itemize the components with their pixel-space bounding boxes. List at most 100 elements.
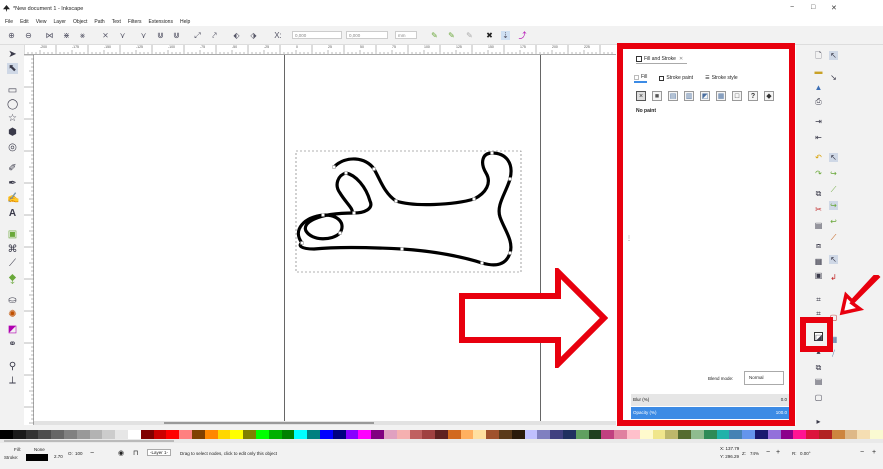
palette-swatch[interactable]	[460, 430, 474, 439]
node-tool-icon[interactable]: ⬉	[7, 63, 18, 74]
undo-icon[interactable]: ↶	[814, 153, 823, 162]
save-document-icon[interactable]: ▲	[814, 83, 823, 92]
palette-swatch[interactable]	[51, 430, 64, 439]
zoom-tool-icon[interactable]: ⚲	[7, 361, 18, 372]
scroll-thumb[interactable]	[164, 422, 374, 424]
new-document-icon[interactable]: 🗋	[814, 51, 823, 60]
drawing-canvas[interactable]	[34, 55, 616, 425]
x-coordinate-field[interactable]: 0,000	[292, 31, 342, 39]
palette-swatch[interactable]	[819, 430, 832, 439]
rotate-increase-button[interactable]: +	[872, 449, 876, 456]
dropper-tool-icon[interactable]: ⟋	[7, 258, 18, 269]
palette-swatch[interactable]	[166, 430, 180, 439]
delete-node-icon[interactable]: ⊖	[24, 31, 33, 40]
palette-swatch[interactable]	[767, 430, 781, 439]
palette-swatch[interactable]	[255, 430, 269, 439]
spray-paint-tool-icon[interactable]: ✺	[7, 309, 18, 320]
palette-swatch[interactable]	[588, 430, 602, 439]
snap-centers-icon[interactable]: ↲	[829, 273, 838, 282]
xml-editor-icon[interactable]: ⌗	[814, 295, 823, 304]
palette-swatch[interactable]	[870, 430, 883, 439]
palette-swatch[interactable]	[12, 430, 26, 439]
palette-swatch[interactable]	[268, 430, 282, 439]
menu-text[interactable]: Text	[112, 19, 121, 25]
palette-swatch[interactable]	[511, 430, 525, 439]
connector-tool-icon[interactable]: ⚭	[7, 339, 18, 350]
zoom-in-button[interactable]: +	[776, 449, 780, 456]
object-to-path-icon[interactable]: ⬖	[232, 31, 241, 40]
palette-swatch[interactable]	[102, 430, 116, 439]
zoom-out-button[interactable]: −	[766, 449, 770, 456]
pencil-tool-icon[interactable]: ✐	[7, 163, 18, 174]
palette-swatch[interactable]	[524, 430, 538, 439]
palette-swatch[interactable]	[383, 430, 397, 439]
show-transform-handles-icon[interactable]: ✎	[465, 31, 474, 40]
palette-swatch[interactable]	[563, 430, 576, 439]
palette-swatch[interactable]	[191, 430, 205, 439]
paint-bucket-tool-icon[interactable]: ⧪	[7, 273, 18, 284]
maximize-button[interactable]: □	[811, 4, 815, 11]
auto-smooth-node-icon[interactable]: ⋓	[172, 31, 181, 40]
palette-swatch[interactable]	[486, 430, 500, 439]
minimize-button[interactable]: −	[790, 4, 794, 11]
menu-view[interactable]: View	[36, 19, 47, 25]
text-tool-icon[interactable]: A	[7, 208, 18, 219]
zoom-value[interactable]: 74%	[750, 451, 759, 456]
menu-layer[interactable]: Layer	[53, 19, 66, 25]
palette-swatch[interactable]	[537, 430, 551, 439]
palette-swatch[interactable]	[844, 430, 858, 439]
y-coordinate-field[interactable]: 0,000	[346, 31, 388, 39]
open-document-icon[interactable]: ▬	[814, 67, 823, 76]
palette-swatch[interactable]	[230, 430, 244, 439]
stroke-swatch[interactable]	[26, 454, 48, 461]
palette-swatch[interactable]	[806, 430, 819, 439]
palette-swatch[interactable]	[614, 430, 628, 439]
palette-swatch[interactable]	[358, 430, 372, 439]
zoom-drawing-icon[interactable]: ▦	[814, 257, 823, 266]
join-nodes-icon[interactable]: ⋈	[45, 31, 54, 40]
symmetric-node-icon[interactable]: ⋓	[156, 31, 165, 40]
palette-swatch[interactable]	[499, 430, 512, 439]
palette-swatch[interactable]	[153, 430, 167, 439]
palette-swatch[interactable]	[755, 430, 768, 439]
preferences-icon[interactable]: ▢	[814, 393, 823, 402]
palette-swatch[interactable]	[25, 430, 39, 439]
canvas-horizontal-scrollbar[interactable]	[34, 421, 616, 425]
palette-swatch[interactable]	[243, 430, 256, 439]
opacity-indicator-value[interactable]: 100	[75, 451, 83, 456]
paste-icon[interactable]: ▤	[814, 221, 823, 230]
print-icon[interactable]: ⎙	[814, 97, 823, 106]
mesh-tool-icon[interactable]: ⌘	[7, 244, 18, 255]
palette-swatch[interactable]	[652, 430, 666, 439]
palette-swatch[interactable]	[127, 430, 141, 439]
delete-segment-icon[interactable]: ⨯	[101, 31, 110, 40]
tweak-tool-icon[interactable]: ⛀	[7, 295, 18, 306]
menu-path[interactable]: Path	[94, 19, 104, 25]
cusp-node-icon[interactable]: ⋎	[118, 31, 127, 40]
palette-swatch[interactable]	[575, 430, 589, 439]
spray-tool-icon[interactable]: ▣	[7, 229, 18, 240]
palette-swatch[interactable]	[409, 430, 423, 439]
layer-visibility-icon[interactable]: ◉	[118, 449, 124, 457]
palette-swatch[interactable]	[703, 430, 717, 439]
palette-swatch[interactable]	[639, 430, 653, 439]
measure-tool-icon[interactable]: ⟂	[7, 375, 18, 386]
palette-swatch[interactable]	[0, 430, 13, 439]
palette-swatch[interactable]	[473, 430, 487, 439]
palette-swatch[interactable]	[307, 430, 320, 439]
snap-midpoints-icon[interactable]: ⟋	[829, 233, 838, 242]
palette-swatch[interactable]	[281, 430, 295, 439]
snap-intersections-icon[interactable]: ⟋	[829, 185, 838, 194]
palette-swatch[interactable]	[742, 430, 756, 439]
smooth-node-icon[interactable]: ⋎	[139, 31, 148, 40]
opacity-decrease-button[interactable]: −	[90, 450, 94, 457]
3d-box-tool-icon[interactable]: ⬢	[7, 127, 18, 138]
snap-nodes-icon[interactable]: ↖	[829, 153, 838, 162]
horizontal-ruler[interactable]: -200 -175 -150 -125 -100 -75 -50 -25 0 2…	[24, 45, 616, 55]
palette-swatch[interactable]	[204, 430, 218, 439]
snap-others-icon[interactable]: ↖	[829, 255, 838, 264]
redo-icon[interactable]: ↷	[814, 169, 823, 178]
palette-swatch[interactable]	[319, 430, 333, 439]
palette-swatch[interactable]	[831, 430, 845, 439]
snap-enable-icon[interactable]: ↖	[829, 51, 838, 60]
